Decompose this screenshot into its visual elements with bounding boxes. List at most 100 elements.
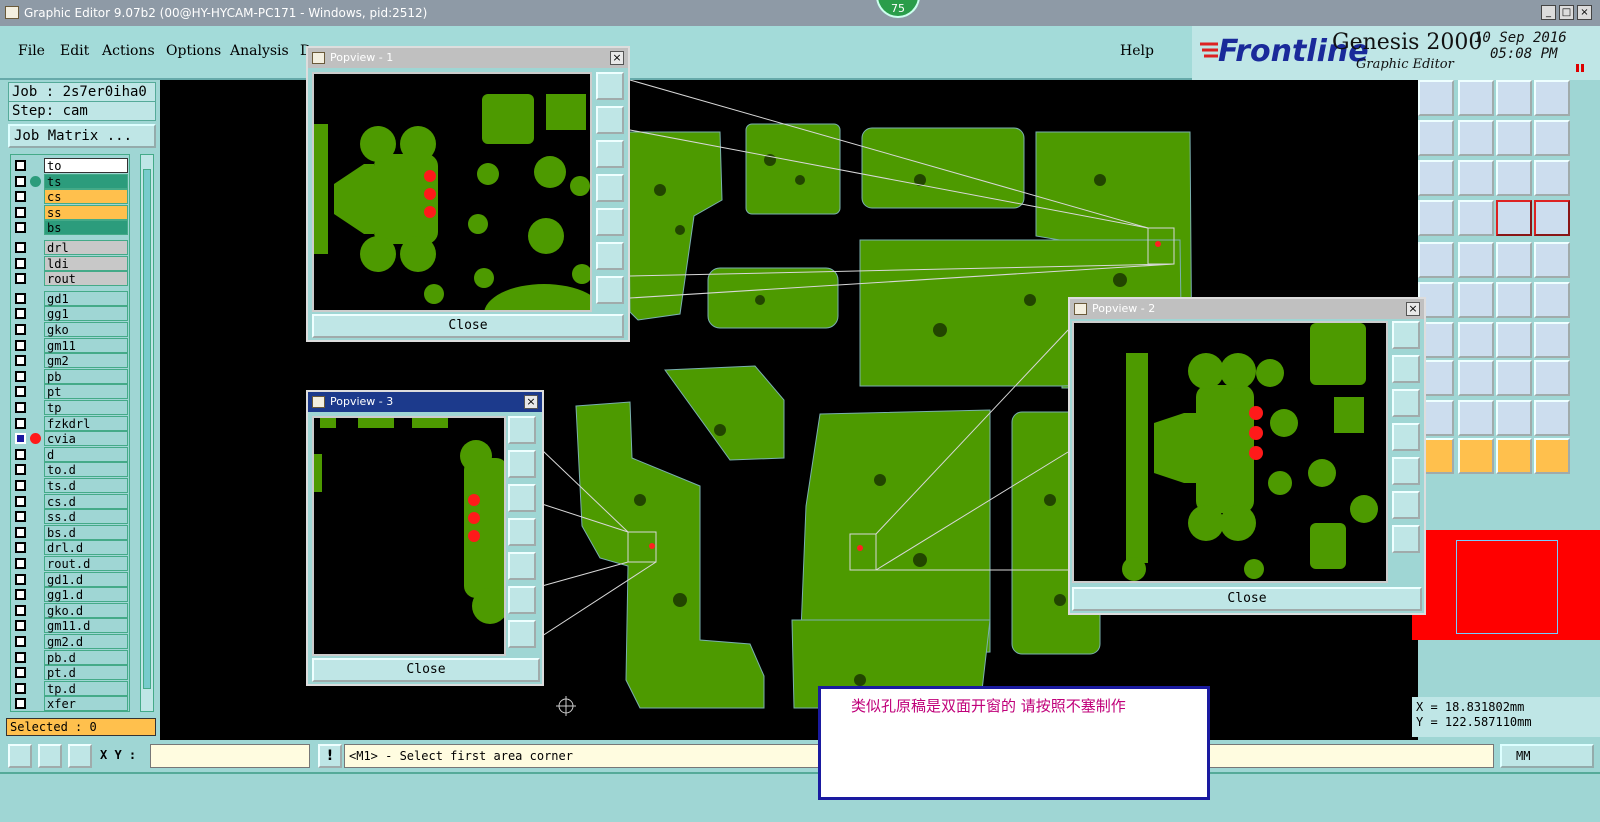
popview-1-close-button[interactable]: Close [312,314,624,338]
layer-row-pb[interactable]: pb [12,368,128,384]
grid-button[interactable] [68,744,92,768]
pause-icon[interactable] [1576,64,1584,72]
layer-checkbox[interactable] [15,206,26,218]
tool-button[interactable] [1496,242,1532,278]
tool-button[interactable] [1534,242,1570,278]
popview-2-view[interactable] [1072,321,1388,583]
tool-button[interactable] [1458,282,1494,318]
zoom-in-button[interactable] [1392,491,1420,519]
layer-row-to-d[interactable]: to.d [12,462,128,478]
tool-button[interactable] [1534,80,1570,116]
popview-3[interactable]: Popview - 3 × Close [306,390,544,686]
layer-checkbox[interactable] [15,480,26,491]
popview-2-close-icon[interactable]: × [1406,302,1420,316]
layer-checkbox[interactable] [15,495,26,507]
layer-checkbox[interactable] [15,355,26,367]
layer-row-fzkdrl[interactable]: fzkdrl [12,415,128,431]
layer-checkbox[interactable] [15,386,26,398]
layer-checkbox[interactable] [15,292,26,304]
layer-checkbox[interactable] [15,273,26,285]
pan-right-button[interactable] [508,552,536,580]
pan-up-button[interactable] [596,106,624,134]
tool-button[interactable] [1534,400,1570,436]
menu-edit[interactable]: Edit [60,43,89,59]
tool-button[interactable] [1458,438,1494,474]
layer-row-rout[interactable]: rout [12,271,128,287]
tool-button[interactable] [1534,360,1570,396]
layer-checkbox[interactable] [15,651,26,663]
tool-button[interactable] [1496,400,1532,436]
layer-row-drl-d[interactable]: drl.d [12,540,128,556]
overview-window[interactable] [1412,530,1600,640]
layer-row-pt-d[interactable]: pt.d [12,665,128,681]
popview-2-titlebar[interactable]: Popview - 2 × [1070,299,1424,319]
pan-down-button[interactable] [508,484,536,512]
zoom-out-button[interactable] [1392,525,1420,553]
layer-checkbox[interactable] [15,573,26,585]
tool-button[interactable] [1534,160,1570,196]
layer-row-gd1-d[interactable]: gd1.d [12,571,128,587]
pan-left-button[interactable] [1392,423,1420,451]
pan-left-button[interactable] [508,518,536,546]
popview-1-close-icon[interactable]: × [610,51,624,65]
layer-checkbox[interactable] [15,667,26,679]
layer-row-bs-d[interactable]: bs.d [12,524,128,540]
layer-row-gg1-d[interactable]: gg1.d [12,587,128,603]
layer-row-xfer[interactable]: xfer [12,696,128,712]
pan-down-button[interactable] [596,140,624,168]
layer-row-drl[interactable]: drl [12,240,128,255]
alert-icon[interactable]: ! [318,744,342,768]
measure-angle-button[interactable] [38,744,62,768]
tool-button[interactable] [1418,200,1454,236]
layer-row-pt[interactable]: pt [12,384,128,400]
xy-input[interactable] [150,744,310,768]
layer-row-tp-d[interactable]: tp.d [12,680,128,696]
tool-button[interactable] [1418,160,1454,196]
layer-checkbox[interactable] [15,339,26,351]
zoom-area-button[interactable] [8,744,32,768]
maximize-button[interactable]: □ [1559,5,1574,20]
tool-button[interactable] [1534,282,1570,318]
tool-button[interactable] [1534,200,1570,236]
layer-checkbox[interactable] [15,242,26,253]
layer-checkbox[interactable] [15,257,26,269]
layer-checkbox[interactable] [15,526,26,538]
pan-right-button[interactable] [1392,457,1420,485]
layer-checkbox[interactable] [15,417,26,429]
layer-row-gko[interactable]: gko [12,322,128,337]
tool-button[interactable] [1534,322,1570,358]
tool-button[interactable] [1534,120,1570,156]
layer-row-tp[interactable]: tp [12,400,128,415]
zoom-out-button[interactable] [596,276,624,304]
layer-row-gd1[interactable]: gd1 [12,290,128,306]
layer-row-cs[interactable]: cs [12,189,128,205]
close-window-button[interactable]: × [1577,5,1592,20]
layer-checkbox[interactable] [15,448,26,460]
layer-checkbox[interactable] [15,542,26,554]
menu-file[interactable]: File [18,43,45,59]
popview-1-titlebar[interactable]: Popview - 1 × [308,48,628,68]
layer-row-rout-d[interactable]: rout.d [12,556,128,571]
tool-button[interactable] [1458,160,1494,196]
menu-actions[interactable]: Actions [102,43,155,59]
tool-button[interactable] [1496,438,1532,474]
layer-row-pb-d[interactable]: pb.d [12,649,128,665]
tool-button[interactable] [1458,80,1494,116]
tool-button[interactable] [1458,322,1494,358]
layer-row-cs-d[interactable]: cs.d [12,493,128,509]
tool-button[interactable] [1418,120,1454,156]
popview-2[interactable]: Popview - 2 × Close [1068,297,1426,615]
layer-checkbox[interactable] [15,511,26,523]
tool-button[interactable] [1418,242,1454,278]
pan-left-button[interactable] [596,174,624,202]
layer-row-gg1[interactable]: gg1 [12,306,128,322]
layer-row-ss[interactable]: ss [12,204,128,220]
layer-checkbox[interactable] [15,324,26,335]
layer-row-gm2[interactable]: gm2 [12,353,128,369]
pan-up-button[interactable] [1392,355,1420,383]
layer-checkbox[interactable] [15,636,26,647]
menu-help[interactable]: Help [1120,43,1154,59]
layer-row-ts-d[interactable]: ts.d [12,478,128,493]
layer-checkbox[interactable] [15,370,26,382]
tool-button[interactable] [1496,160,1532,196]
